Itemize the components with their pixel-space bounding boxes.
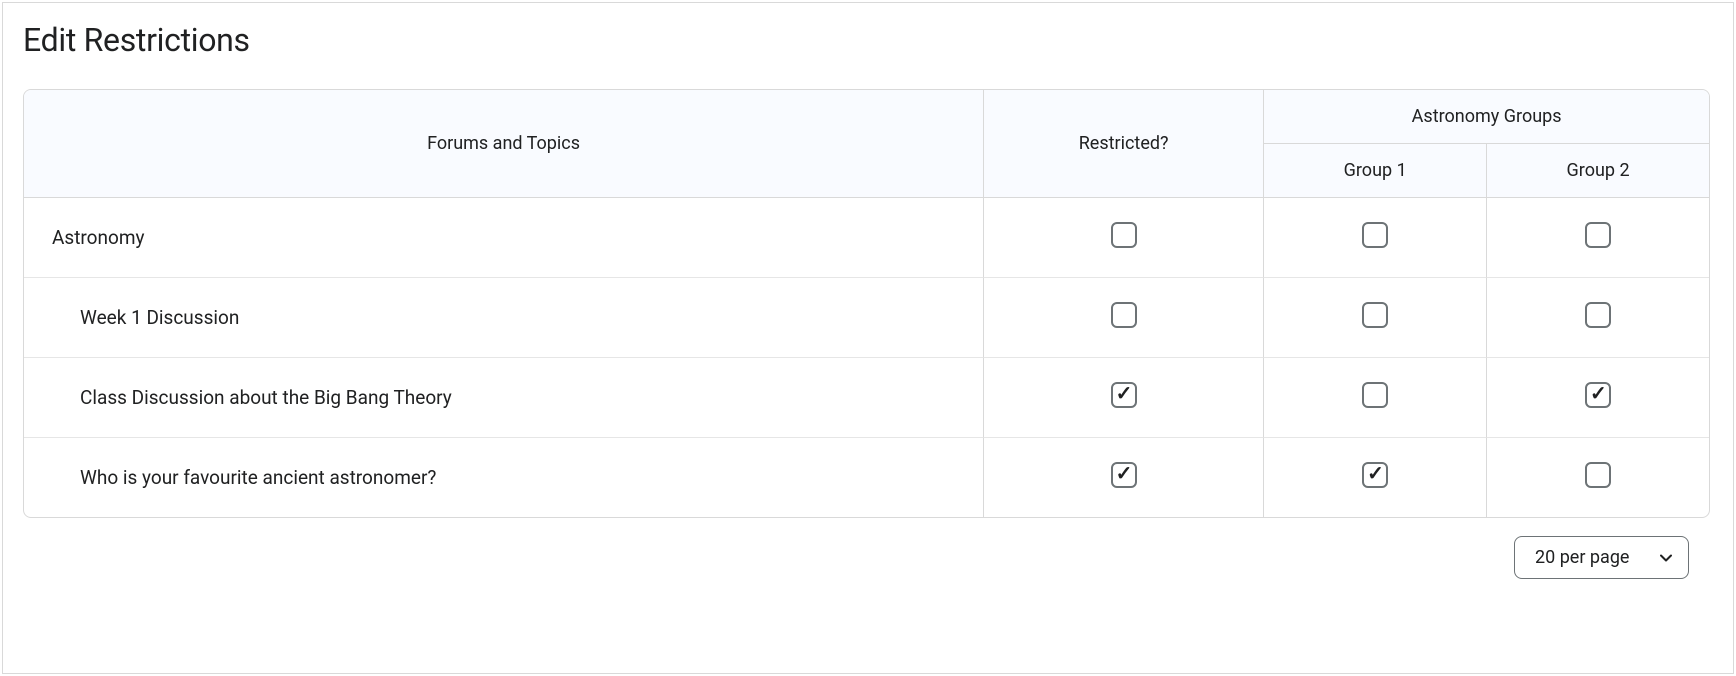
chevron-down-icon xyxy=(1660,552,1672,564)
cell-restricted xyxy=(983,357,1263,437)
group-checkbox[interactable] xyxy=(1362,462,1388,488)
group-checkbox[interactable] xyxy=(1362,302,1388,328)
table-row: Astronomy xyxy=(24,198,1709,277)
row-name: Week 1 Discussion xyxy=(24,277,983,357)
table-row: Class Discussion about the Big Bang Theo… xyxy=(24,357,1709,437)
header-group-1: Group 1 xyxy=(1263,144,1486,198)
group-checkbox[interactable] xyxy=(1362,222,1388,248)
cell-restricted xyxy=(983,277,1263,357)
row-name: Who is your favourite ancient astronomer… xyxy=(24,437,983,517)
group-checkbox[interactable] xyxy=(1585,302,1611,328)
table-row: Week 1 Discussion xyxy=(24,277,1709,357)
cell-group xyxy=(1263,357,1486,437)
cell-restricted xyxy=(983,198,1263,277)
group-checkbox[interactable] xyxy=(1585,382,1611,408)
page-title: Edit Restrictions xyxy=(23,21,1713,59)
group-checkbox[interactable] xyxy=(1585,222,1611,248)
cell-group xyxy=(1486,437,1709,517)
restricted-checkbox[interactable] xyxy=(1111,302,1137,328)
pager-row: 20 per page xyxy=(23,536,1713,579)
restricted-checkbox[interactable] xyxy=(1111,382,1137,408)
cell-group xyxy=(1263,437,1486,517)
edit-restrictions-panel: Edit Restrictions Forums and Topics Rest… xyxy=(2,2,1734,674)
page-size-select[interactable]: 20 per page xyxy=(1514,536,1689,579)
header-group-category: Astronomy Groups xyxy=(1263,90,1709,144)
row-name: Class Discussion about the Big Bang Theo… xyxy=(24,357,983,437)
cell-group xyxy=(1263,198,1486,277)
page-size-label: 20 per page xyxy=(1535,547,1629,568)
header-group-2: Group 2 xyxy=(1486,144,1709,198)
cell-group xyxy=(1486,357,1709,437)
group-checkbox[interactable] xyxy=(1362,382,1388,408)
restricted-checkbox[interactable] xyxy=(1111,222,1137,248)
cell-group xyxy=(1486,277,1709,357)
cell-group xyxy=(1486,198,1709,277)
cell-restricted xyxy=(983,437,1263,517)
header-restricted: Restricted? xyxy=(983,90,1263,198)
header-forums-topics: Forums and Topics xyxy=(24,90,983,198)
group-checkbox[interactable] xyxy=(1585,462,1611,488)
table-row: Who is your favourite ancient astronomer… xyxy=(24,437,1709,517)
restrictions-table: Forums and Topics Restricted? Astronomy … xyxy=(23,89,1710,518)
row-name: Astronomy xyxy=(24,198,983,277)
restricted-checkbox[interactable] xyxy=(1111,462,1137,488)
cell-group xyxy=(1263,277,1486,357)
